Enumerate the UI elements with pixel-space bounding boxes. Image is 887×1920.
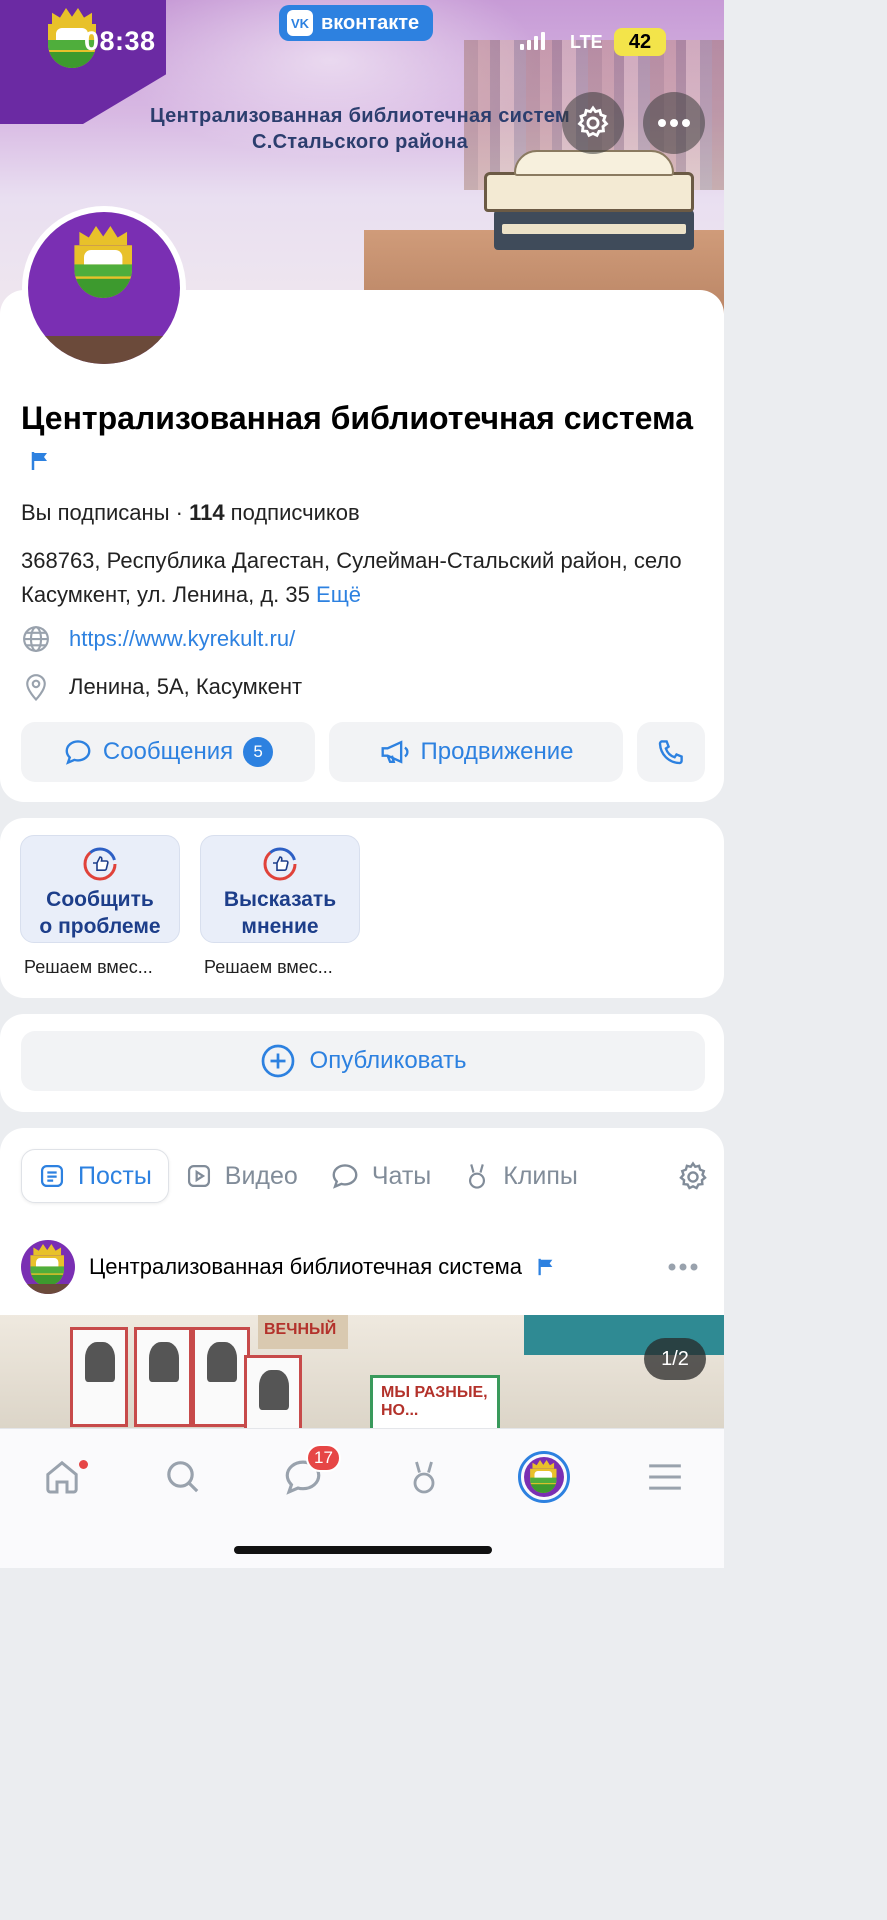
service-title: Сообщить о проблеме — [39, 888, 161, 938]
more-options-button[interactable] — [643, 92, 705, 154]
profile-avatar — [518, 1451, 570, 1503]
subscribers-count: 114 — [189, 500, 225, 525]
publish-button[interactable]: Опубликовать — [21, 1031, 705, 1091]
tab-posts[interactable]: Посты — [21, 1149, 169, 1203]
messages-count-badge: 5 — [243, 737, 274, 767]
verified-flag-icon — [538, 1258, 553, 1276]
subscribed-status: Вы подписаны · — [21, 500, 190, 525]
group-description: 368763, Республика Дагестан, Сулейман-Ст… — [21, 544, 701, 612]
action-buttons: Сообщения 5 Продвижение — [21, 722, 705, 782]
cover-title-line2: С.Стальского района — [251, 131, 469, 153]
chat-bubble-icon — [65, 740, 91, 765]
location-text: Ленина, 5А, Касумкент — [69, 674, 303, 699]
settings-button[interactable] — [562, 92, 624, 154]
posts-icon — [40, 1164, 64, 1188]
photo-counter: 1/2 — [644, 1338, 706, 1380]
service-caption: Решаем вмес... — [24, 957, 153, 977]
website-link[interactable]: https://www.kyrekult.ru/ — [69, 626, 295, 652]
subscribers-label: подписчиков — [224, 500, 360, 525]
gear-icon — [679, 1161, 707, 1190]
search-icon — [167, 1461, 199, 1493]
megaphone-icon — [381, 740, 409, 764]
plus-circle-icon — [261, 1044, 294, 1078]
battery-indicator: 42 — [614, 28, 666, 56]
globe-icon — [23, 626, 49, 652]
tab-label: Чаты — [371, 1161, 432, 1190]
tab-video[interactable]: Видео — [169, 1149, 314, 1203]
group-name-text: Централизованная библиотечная система — [21, 400, 694, 436]
chat-icon — [332, 1164, 358, 1189]
more-dots-icon — [658, 119, 690, 127]
website-row[interactable]: https://www.kyrekult.ru/ — [21, 624, 295, 654]
coat-of-arms-icon — [529, 1460, 558, 1493]
network-type: LTE — [570, 32, 603, 52]
photo-poster-text: МЫ РАЗНЫЕ, НО... — [370, 1375, 500, 1428]
gosuslugi-thumb-icon — [83, 847, 117, 881]
coat-of-arms-icon — [72, 226, 134, 298]
messenger-badge: 17 — [306, 1444, 341, 1472]
tabs-settings-button[interactable] — [676, 1160, 710, 1199]
nav-profile[interactable] — [514, 1447, 574, 1507]
vk-app-label: вконтакте — [321, 11, 420, 34]
phone-icon — [658, 740, 683, 765]
video-icon — [187, 1164, 210, 1188]
verified-flag-icon — [31, 451, 47, 470]
vk-app-badge[interactable]: VK вконтакте — [279, 5, 434, 41]
home-indicator — [234, 1546, 492, 1554]
tab-label: Клипы — [503, 1161, 578, 1190]
post-author-avatar[interactable] — [21, 1240, 75, 1294]
location-row[interactable]: Ленина, 5А, Касумкент — [21, 672, 302, 702]
report-problem-service[interactable]: Сообщить о проблеме Решаем вмес... — [20, 835, 180, 978]
messages-button[interactable]: Сообщения 5 — [21, 722, 315, 782]
promotion-label: Продвижение — [420, 738, 574, 765]
menu-icon — [649, 1464, 681, 1490]
service-tile[interactable]: Высказать мнение — [200, 835, 360, 943]
clips-icon — [413, 1461, 435, 1494]
tab-chats[interactable]: Чаты — [314, 1149, 447, 1203]
service-title: Высказать мнение — [223, 888, 337, 938]
group-avatar[interactable] — [22, 206, 186, 370]
portrait-frame — [134, 1327, 192, 1427]
service-tile[interactable]: Сообщить о проблеме — [20, 835, 180, 943]
post-header[interactable]: Централизованная библиотечная система — [21, 1240, 556, 1294]
nav-home[interactable] — [32, 1447, 92, 1507]
more-dots-icon — [668, 1263, 698, 1271]
show-more-link[interactable]: Ещё — [316, 582, 361, 607]
service-caption: Решаем вмес... — [204, 957, 333, 977]
nav-clips[interactable] — [394, 1447, 454, 1507]
post-photo[interactable]: ВЕЧНЫЙ МЫ РАЗНЫЕ, НО... — [0, 1315, 724, 1428]
clips-icon — [469, 1164, 486, 1189]
tab-label: Видео — [224, 1161, 298, 1190]
signal-icon — [520, 32, 545, 50]
tab-label: Посты — [78, 1161, 152, 1190]
portrait-frame — [70, 1327, 128, 1427]
location-pin-icon — [26, 674, 46, 702]
cover-books-image — [484, 150, 704, 255]
nav-messenger[interactable]: 17 — [273, 1444, 341, 1507]
share-opinion-service[interactable]: Высказать мнение Решаем вмес... — [200, 835, 360, 978]
messages-label: Сообщения — [102, 738, 234, 765]
coat-of-arms-icon — [29, 1244, 65, 1286]
notification-dot — [79, 1460, 88, 1469]
tab-clips[interactable]: Клипы — [447, 1149, 594, 1203]
promotion-button[interactable]: Продвижение — [329, 722, 623, 782]
gosuslugi-thumb-icon — [263, 847, 297, 881]
vk-logo-icon: VK — [287, 10, 313, 36]
post-author-name[interactable]: Централизованная библиотечная система — [89, 1254, 522, 1280]
content-tabs: Посты Видео Чаты Клипы — [21, 1149, 594, 1203]
gear-icon — [577, 105, 609, 138]
portrait-frame — [244, 1355, 302, 1428]
group-name: Централизованная библиотечная система — [21, 398, 701, 478]
home-icon — [46, 1460, 78, 1494]
publish-label: Опубликовать — [309, 1047, 467, 1074]
portrait-frame — [192, 1327, 250, 1427]
nav-menu[interactable] — [635, 1447, 695, 1507]
status-time: 08:38 — [84, 26, 156, 56]
subscribers-line[interactable]: Вы подписаны · 114 подписчиков — [21, 500, 360, 526]
call-button[interactable] — [637, 722, 705, 782]
post-more-button[interactable] — [668, 1258, 698, 1276]
photo-banner-text: ВЕЧНЫЙ — [258, 1315, 348, 1349]
nav-search[interactable] — [153, 1447, 213, 1507]
